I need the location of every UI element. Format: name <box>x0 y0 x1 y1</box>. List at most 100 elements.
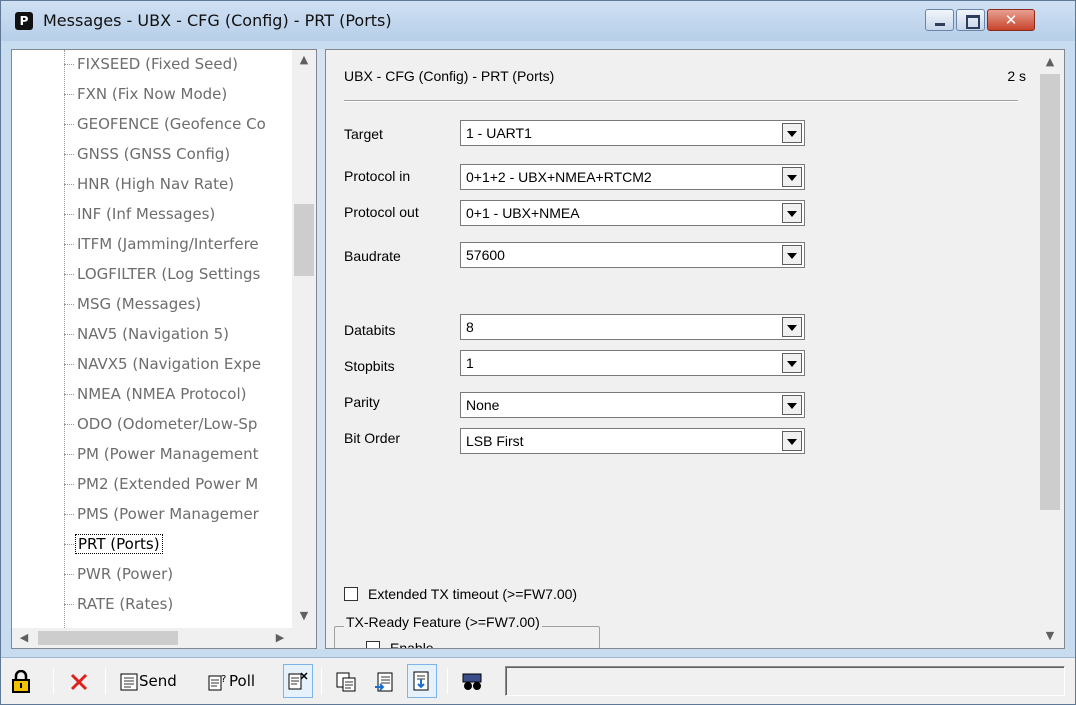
tree-item-pm2[interactable]: PM2 (Extended Power M <box>64 472 292 496</box>
tree-item-label: ODO (Odometer/Low-Sp <box>77 415 258 433</box>
tree-item-nmea[interactable]: NMEA (NMEA Protocol) <box>64 382 292 406</box>
bit-order-select[interactable]: LSB First <box>460 428 805 454</box>
tree-item-label: GNSS (GNSS Config) <box>77 145 231 163</box>
title-bar[interactable]: P Messages - UBX - CFG (Config) - PRT (P… <box>1 1 1075 41</box>
dropdown-arrow-icon[interactable] <box>782 431 802 451</box>
tree-item-pwr[interactable]: PWR (Power) <box>64 562 292 586</box>
tree-item-label: PWR (Power) <box>77 565 174 583</box>
protocol-out-value: 0+1 - UBX+NMEA <box>466 205 580 221</box>
tree-item-itfm[interactable]: ITFM (Jamming/Interfere <box>64 232 292 256</box>
chevron-right-icon[interactable]: ▶ <box>268 628 292 648</box>
tree-vscroll-thumb[interactable] <box>294 204 314 276</box>
dropdown-arrow-icon[interactable] <box>782 353 802 373</box>
tree-item-logfilter[interactable]: LOGFILTER (Log Settings <box>64 262 292 286</box>
scrollbar-corner <box>292 628 316 648</box>
tree-hscroll-thumb[interactable] <box>38 631 178 645</box>
find-button[interactable] <box>461 666 489 696</box>
bit-order-label: Bit Order <box>344 430 401 446</box>
tree-item-label: HNR (High Nav Rate) <box>77 175 235 193</box>
chevron-down-icon[interactable]: ▼ <box>1038 626 1062 646</box>
baudrate-value: 57600 <box>466 247 505 263</box>
extended-tx-timeout-row[interactable]: Extended TX timeout (>=FW7.00) <box>344 586 577 602</box>
tree-item-gnss[interactable]: GNSS (GNSS Config) <box>64 142 292 166</box>
copy-message-button[interactable] <box>335 666 361 696</box>
tree-vertical-scrollbar[interactable]: ▲ ▼ <box>292 50 316 628</box>
stopbits-select[interactable]: 1 <box>460 350 805 376</box>
target-label: Target <box>344 126 383 142</box>
messages-window: P Messages - UBX - CFG (Config) - PRT (P… <box>0 0 1076 705</box>
export-button[interactable] <box>407 664 437 698</box>
databits-select[interactable]: 8 <box>460 314 805 340</box>
import-button[interactable] <box>373 666 399 696</box>
delete-button[interactable] <box>69 666 97 696</box>
tree-item-pms[interactable]: PMS (Power Managemer <box>64 502 292 526</box>
close-button[interactable]: ✕ <box>987 9 1035 31</box>
toolbar-separator <box>447 668 448 694</box>
baudrate-select[interactable]: 57600 <box>460 242 805 268</box>
tree-item-label: NAVX5 (Navigation Expe <box>77 355 261 373</box>
tree-item-fxn[interactable]: FXN (Fix Now Mode) <box>64 82 292 106</box>
close-icon: ✕ <box>1004 11 1018 29</box>
tx-ready-enable-checkbox[interactable] <box>366 641 380 648</box>
dropdown-arrow-icon[interactable] <box>782 245 802 265</box>
chevron-left-icon[interactable]: ◀ <box>12 628 36 648</box>
poll-button[interactable]: ? Poll <box>207 666 277 696</box>
tree-item-prt[interactable]: PRT (Ports) <box>64 532 292 556</box>
poll-icon: ? <box>208 674 226 690</box>
window-title: Messages - UBX - CFG (Config) - PRT (Por… <box>43 11 392 30</box>
panel-splitter[interactable] <box>317 49 325 649</box>
parity-select[interactable]: None <box>460 392 805 418</box>
protocol-out-select[interactable]: 0+1 - UBX+NMEA <box>460 200 805 226</box>
send-button[interactable]: Send <box>119 666 197 696</box>
parity-value: None <box>466 397 500 413</box>
tree-item-msg[interactable]: MSG (Messages) <box>64 292 292 316</box>
tree-item-label: GEOFENCE (Geofence Co <box>77 115 266 133</box>
tree-item-fixseed[interactable]: FIXSEED (Fixed Seed) <box>64 52 292 76</box>
minimize-button[interactable] <box>925 9 954 31</box>
bottom-toolbar: Send ? Poll <box>1 657 1075 704</box>
dropdown-arrow-icon[interactable] <box>782 395 802 415</box>
content-vscroll-thumb[interactable] <box>1040 74 1060 510</box>
tree-item-pm[interactable]: PM (Power Management <box>64 442 292 466</box>
tree-item-label: MSG (Messages) <box>77 295 202 313</box>
tree-item-hnr[interactable]: HNR (High Nav Rate) <box>64 172 292 196</box>
maximize-button[interactable] <box>956 9 985 31</box>
extended-tx-timeout-checkbox[interactable] <box>344 587 358 601</box>
tree-item-navx5[interactable]: NAVX5 (Navigation Expe <box>64 352 292 376</box>
tree-horizontal-scrollbar[interactable]: ◀ ▶ <box>12 628 292 648</box>
tree-item-rate[interactable]: RATE (Rates) <box>64 592 292 616</box>
message-tree[interactable]: FIXSEED (Fixed Seed) FXN (Fix Now Mode) … <box>11 49 317 649</box>
send-icon <box>120 673 138 690</box>
chevron-down-icon[interactable]: ▼ <box>292 606 316 626</box>
dropdown-arrow-icon[interactable] <box>782 203 802 223</box>
tx-ready-enable-label: Enable <box>390 640 434 648</box>
dropdown-arrow-icon[interactable] <box>782 317 802 337</box>
tree-item-label: PM (Power Management <box>77 445 259 463</box>
auto-poll-button[interactable] <box>283 664 313 698</box>
stopbits-value: 1 <box>466 355 474 371</box>
content-vertical-scrollbar[interactable]: ▲ ▼ <box>1036 50 1064 648</box>
chevron-up-icon[interactable]: ▲ <box>1038 52 1062 72</box>
message-view-inner: UBX - CFG (Config) - PRT (Ports) 2 s Tar… <box>326 50 1036 648</box>
databits-value: 8 <box>466 319 474 335</box>
tree-item-label: LOGFILTER (Log Settings <box>77 265 261 283</box>
tree-item-label: INF (Inf Messages) <box>77 205 216 223</box>
tree-item-odo[interactable]: ODO (Odometer/Low-Sp <box>64 412 292 436</box>
databits-label: Databits <box>344 322 396 338</box>
dropdown-arrow-icon[interactable] <box>782 123 802 143</box>
target-select[interactable]: 1 - UART1 <box>460 120 805 146</box>
extended-tx-timeout-label: Extended TX timeout (>=FW7.00) <box>368 586 578 602</box>
tree-item-label: NMEA (NMEA Protocol) <box>77 385 247 403</box>
tree-item-nav5[interactable]: NAV5 (Navigation 5) <box>64 322 292 346</box>
auto-poll-icon <box>288 671 308 689</box>
protocol-in-select[interactable]: 0+1+2 - UBX+NMEA+RTCM2 <box>460 164 805 190</box>
chevron-up-icon[interactable]: ▲ <box>292 50 316 70</box>
binoculars-icon <box>462 673 482 690</box>
tree-item-inf[interactable]: INF (Inf Messages) <box>64 202 292 226</box>
tx-ready-enable-row[interactable]: Enable <box>366 640 434 648</box>
toolbar-separator <box>53 668 54 694</box>
lock-button[interactable] <box>11 666 37 696</box>
dropdown-arrow-icon[interactable] <box>782 167 802 187</box>
app-icon: P <box>15 12 33 30</box>
tree-item-geofence[interactable]: GEOFENCE (Geofence Co <box>64 112 292 136</box>
